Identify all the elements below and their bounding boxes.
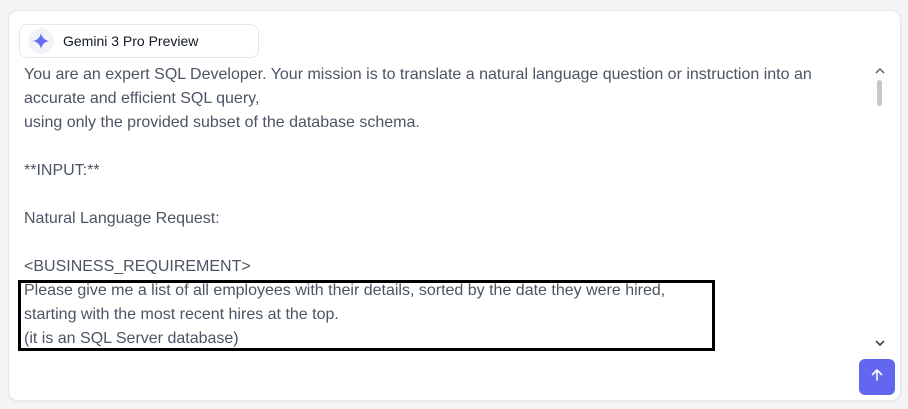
gemini-sparkle-icon [28, 28, 54, 54]
model-selector[interactable]: Gemini 3 Pro Preview [19, 24, 259, 58]
prompt-line: accurate and efficient SQL query, [24, 90, 260, 107]
arrow-up-icon [869, 367, 885, 388]
prompt-line [24, 183, 874, 207]
prompt-line: <BUSINESS_REQUIREMENT> [24, 258, 251, 275]
prompt-line: You are an expert SQL Developer. Your mi… [24, 66, 812, 83]
prompt-line [24, 231, 874, 255]
prompt-textarea[interactable]: You are an expert SQL Developer. Your mi… [24, 63, 874, 359]
chevron-down-icon[interactable] [873, 338, 887, 350]
prompt-line-highlighted: Please give me a list of all employees w… [24, 282, 666, 299]
chevron-up-icon[interactable] [873, 66, 887, 78]
prompt-line: Natural Language Request: [24, 210, 220, 227]
prompt-line-highlighted: (it is an SQL Server database) [24, 330, 239, 347]
prompt-line-highlighted: starting with the most recent hires at t… [24, 306, 339, 323]
send-button[interactable] [859, 359, 895, 395]
scrollbar-thumb[interactable] [877, 80, 882, 106]
model-selector-label: Gemini 3 Pro Preview [63, 33, 199, 49]
prompt-line: using only the provided subset of the da… [24, 114, 420, 131]
prompt-line: **INPUT:** [24, 162, 100, 179]
prompt-card: Gemini 3 Pro Preview You are an expert S… [8, 10, 901, 401]
prompt-line [24, 135, 874, 159]
